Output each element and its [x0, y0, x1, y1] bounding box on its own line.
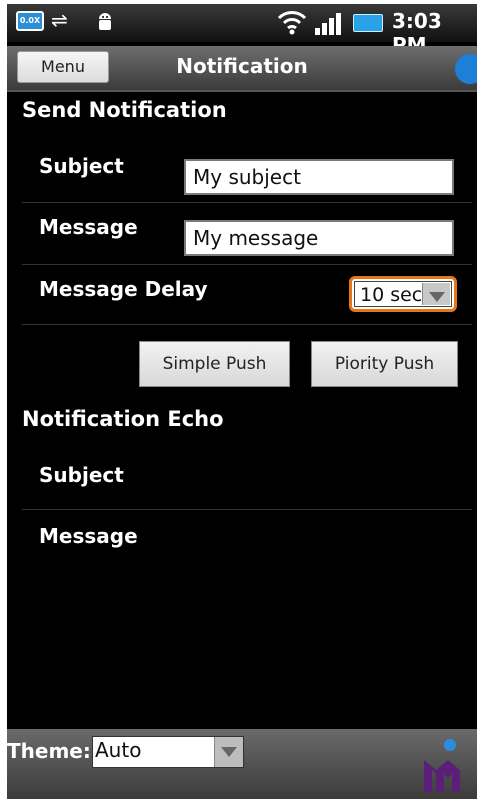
notification-echo-heading: Notification Echo — [22, 407, 224, 431]
divider — [22, 509, 472, 510]
echo-subject-label: Subject — [39, 463, 124, 487]
message-delay-select[interactable]: 10 sec — [349, 276, 457, 312]
divider — [22, 264, 472, 265]
priority-push-button[interactable]: Piority Push — [311, 341, 458, 387]
battery-icon — [353, 14, 383, 32]
simple-push-button[interactable]: Simple Push — [139, 341, 290, 387]
send-notification-heading: Send Notification — [22, 98, 227, 122]
subject-field[interactable]: My subject — [184, 159, 454, 195]
android-icon — [99, 13, 111, 30]
message-field[interactable]: My message — [184, 220, 454, 256]
usb-debug-icon: 0.0X — [16, 11, 44, 31]
status-dot-icon — [455, 54, 477, 84]
app-logo-icon — [424, 739, 460, 792]
select-inner: 10 sec — [354, 281, 452, 307]
divider — [22, 324, 472, 325]
wifi-icon — [277, 11, 307, 35]
message-delay-value: 10 sec — [360, 284, 423, 306]
page-title: Notification — [176, 54, 308, 78]
usb-icon: ⇌ — [51, 8, 68, 32]
status-bar: 0.0X ⇌ 3:03 PM — [7, 4, 477, 57]
message-label: Message — [39, 215, 138, 239]
signal-icon — [315, 13, 341, 35]
chevron-down-icon — [422, 283, 450, 305]
bottom-bar: Theme: Auto — [7, 729, 477, 799]
echo-message-label: Message — [39, 524, 138, 548]
chevron-down-icon — [214, 737, 243, 767]
app-header: Menu Notification — [7, 46, 477, 92]
theme-label: Theme: — [7, 739, 91, 763]
divider — [22, 202, 472, 203]
device-screen: 0.0X ⇌ 3:03 PM Menu Notification Send No… — [7, 4, 477, 799]
theme-select[interactable]: Auto — [92, 736, 244, 768]
subject-label: Subject — [39, 154, 124, 178]
message-delay-label: Message Delay — [39, 277, 208, 301]
theme-value: Auto — [95, 738, 142, 762]
